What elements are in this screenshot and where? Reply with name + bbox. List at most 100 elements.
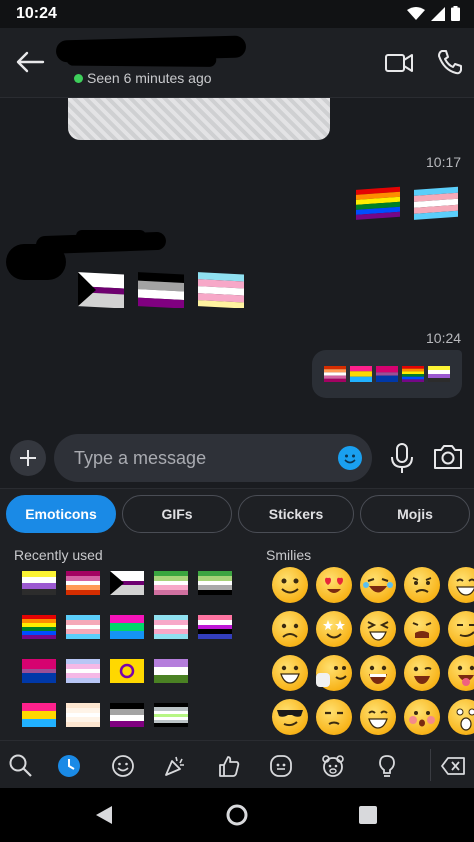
recent-emoticon[interactable] <box>66 571 102 595</box>
back-arrow-icon[interactable] <box>14 48 46 76</box>
image-message[interactable] <box>68 98 330 140</box>
picker-tabs: Emoticons GIFs Stickers Mojis <box>6 495 470 533</box>
compose-bar <box>0 428 474 488</box>
demisexual-flag-icon <box>110 571 144 595</box>
recent-emoticon[interactable] <box>66 703 102 727</box>
heart-eyes-emoticon[interactable] <box>316 567 352 603</box>
sunglasses-emoticon[interactable] <box>272 699 308 735</box>
tab-mojis[interactable]: Mojis <box>360 495 470 533</box>
online-dot-icon <box>74 73 83 83</box>
squint-laugh-emoticon[interactable] <box>360 611 396 647</box>
recent-emoticon[interactable] <box>154 615 190 639</box>
laugh-emoticon[interactable] <box>360 655 396 691</box>
star-struck-emoticon[interactable] <box>316 611 352 647</box>
pansexual-flag-icon <box>22 703 56 727</box>
microphone-icon[interactable] <box>388 442 416 474</box>
nav-back-icon[interactable] <box>94 804 114 826</box>
presence-text: Seen 6 minutes ago <box>87 70 212 86</box>
unamused-emoticon[interactable] <box>316 699 352 735</box>
laughing-tears-emoticon[interactable] <box>360 567 396 603</box>
face-sticker-icon[interactable] <box>268 753 294 779</box>
thumbs-up-icon[interactable] <box>216 753 242 779</box>
message-timestamp: 10:24 <box>426 330 462 346</box>
transgender-flag-icon <box>414 186 458 220</box>
celebration-icon[interactable] <box>162 753 188 779</box>
nav-home-icon[interactable] <box>226 804 248 826</box>
camera-icon[interactable] <box>432 442 464 472</box>
asexual-flag-icon <box>138 272 184 308</box>
category-divider <box>430 749 431 781</box>
recent-emoticon[interactable] <box>154 659 190 683</box>
animal-face-icon[interactable] <box>320 753 346 779</box>
recent-emoticon[interactable] <box>22 659 58 683</box>
rainbow-flag-icon <box>22 615 56 639</box>
recent-emoticon-empty <box>198 703 234 727</box>
smirk-emoticon[interactable] <box>448 611 474 647</box>
chat-history[interactable]: 10:17 10:24 <box>0 98 474 428</box>
big-smile-emoticon[interactable] <box>272 655 308 691</box>
recent-emoticon[interactable] <box>198 615 234 639</box>
transgender-flag-icon <box>66 615 100 639</box>
tab-gifs[interactable]: GIFs <box>122 495 232 533</box>
smiley-category-icon[interactable] <box>110 753 136 779</box>
video-call-icon[interactable] <box>384 50 414 76</box>
sad-emoticon[interactable] <box>272 611 308 647</box>
recent-emoticon-empty <box>198 659 234 683</box>
add-attachment-button[interactable] <box>10 440 46 476</box>
wifi-icon <box>407 6 425 20</box>
recent-emoticon[interactable] <box>110 659 146 683</box>
tab-emoticons[interactable]: Emoticons <box>6 495 116 533</box>
recent-emoticon[interactable] <box>154 703 190 727</box>
sent-message-bubble[interactable] <box>312 350 462 398</box>
backspace-icon[interactable] <box>440 753 466 779</box>
recent-emoticon[interactable] <box>154 571 190 595</box>
emoticon-category-bar <box>0 740 474 788</box>
aromantic-flag-icon <box>198 571 232 595</box>
pansexual-flag-icon <box>350 366 372 382</box>
anguished-emoticon[interactable] <box>404 611 440 647</box>
message-timestamp: 10:17 <box>426 154 462 170</box>
wink-emoticon[interactable] <box>404 655 440 691</box>
surprised-emoticon[interactable] <box>448 699 474 735</box>
recently-used-label: Recently used <box>14 547 103 563</box>
recent-emoticon[interactable] <box>110 571 146 595</box>
status-icons <box>407 6 460 21</box>
lesbian-flag-icon <box>66 571 100 595</box>
nonbinary-flag-icon <box>22 571 56 595</box>
phone-call-icon[interactable] <box>436 48 464 76</box>
grinning-emoticon[interactable] <box>360 699 396 735</box>
cream-flag-icon <box>66 703 100 727</box>
recent-emoticon[interactable] <box>66 615 102 639</box>
grin-emoticon[interactable] <box>448 567 474 603</box>
asexual-flag-icon <box>110 703 144 727</box>
recent-emoticon[interactable] <box>110 703 146 727</box>
recent-emoticon[interactable] <box>110 615 146 639</box>
recent-emoticon[interactable] <box>22 703 58 727</box>
recent-emoticon[interactable] <box>66 659 102 683</box>
worried-emoticon[interactable] <box>404 567 440 603</box>
recent-emoticon[interactable] <box>22 571 58 595</box>
search-icon[interactable] <box>8 753 34 779</box>
signal-icon <box>431 6 445 21</box>
redacted-contact-name <box>55 35 247 63</box>
smilies-grid <box>272 567 474 735</box>
recent-clock-icon[interactable] <box>56 753 82 779</box>
received-flags-row <box>76 270 246 308</box>
recent-emoticon[interactable] <box>198 571 234 595</box>
polysexual-flag-icon <box>110 615 144 639</box>
rainbow-flag-icon <box>402 366 424 382</box>
thumbs-up-smile-emoticon[interactable] <box>316 655 352 691</box>
message-input[interactable] <box>54 434 372 482</box>
recently-used-grid <box>22 571 242 727</box>
battery-icon <box>451 6 460 21</box>
recent-emoticon[interactable] <box>22 615 58 639</box>
status-time: 10:24 <box>16 5 57 22</box>
emoji-picker-button[interactable] <box>338 446 362 470</box>
smile-emoticon[interactable] <box>272 567 308 603</box>
blushing-emoticon[interactable] <box>404 699 440 735</box>
lightbulb-icon[interactable] <box>374 753 400 779</box>
tab-stickers[interactable]: Stickers <box>238 495 354 533</box>
nav-recents-icon[interactable] <box>358 805 378 825</box>
bisexual-flag-icon <box>376 366 398 382</box>
tongue-emoticon[interactable] <box>448 655 474 691</box>
